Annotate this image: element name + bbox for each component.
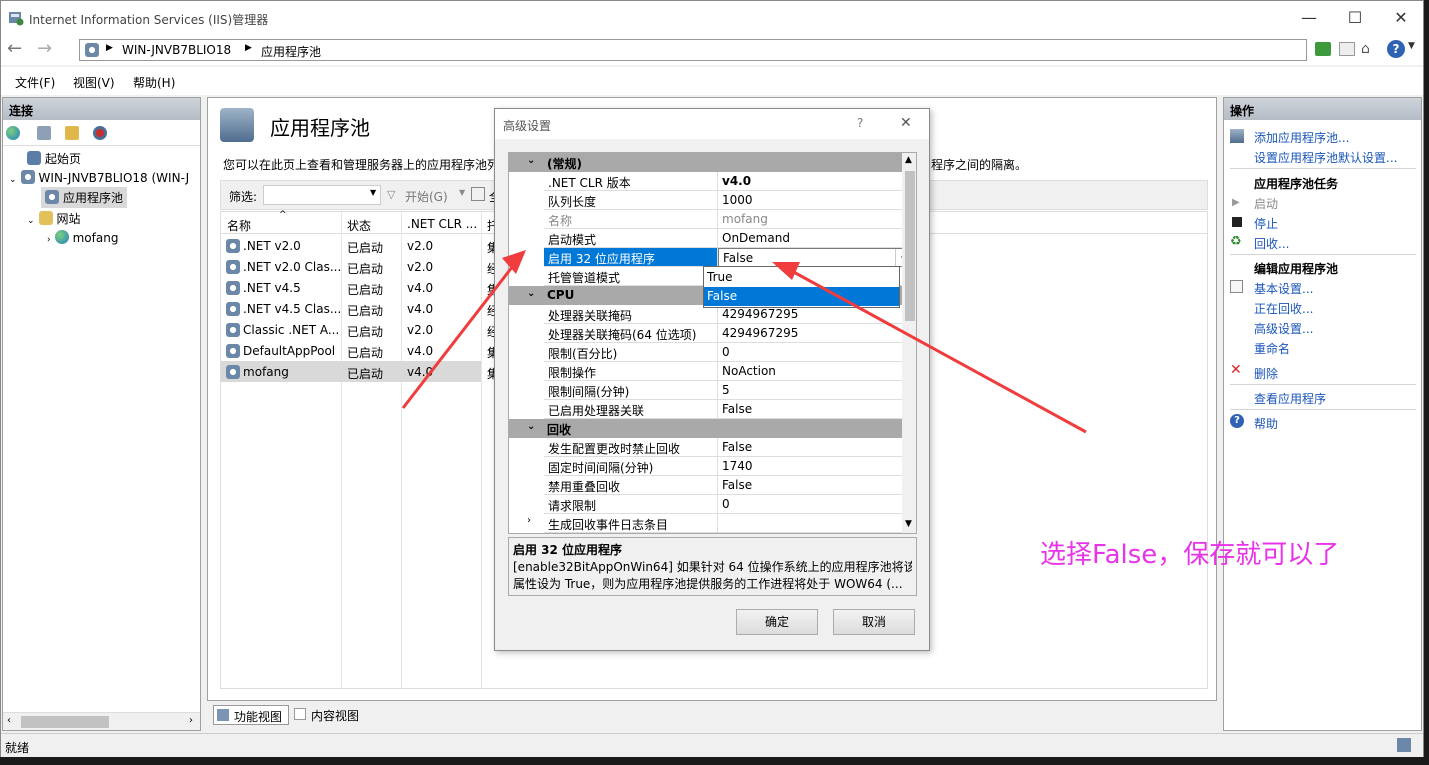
annotation-arrowhead-left [502,250,526,274]
annotation-arrow-right [789,268,1087,434]
annotation-arrow-left [401,261,518,409]
annotation-arrows [401,250,1087,434]
annotation-arrowhead-right [772,262,800,280]
annotation-note: 选择False，保存就可以了 [1040,540,1340,570]
